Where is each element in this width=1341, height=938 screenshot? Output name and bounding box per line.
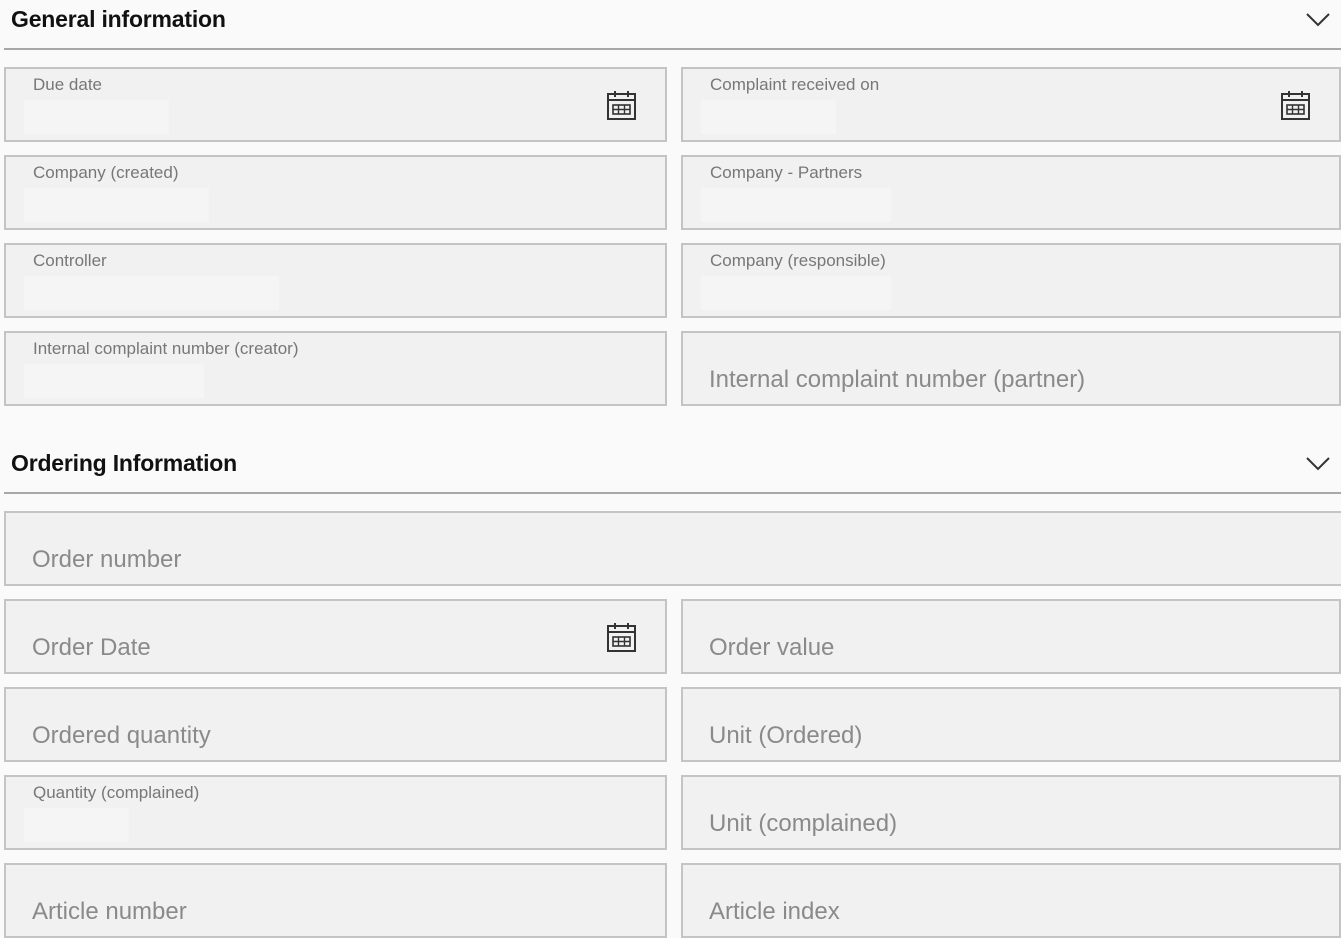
due-date-value: [24, 100, 169, 134]
ordered-quantity-field[interactable]: Ordered quantity: [4, 687, 667, 762]
unit-ordered-label: Unit (Ordered): [709, 722, 863, 749]
internal-complaint-number-partner-label: Internal complaint number (partner): [709, 366, 1086, 393]
order-value-field[interactable]: Order value: [681, 599, 1341, 674]
order-number-label: Order number: [32, 546, 182, 573]
company-partners-label: Company - Partners: [710, 163, 863, 182]
quantity-complained-value: [24, 808, 129, 842]
ordering-information-header[interactable]: Ordering Information: [4, 444, 1341, 494]
chevron-down-icon[interactable]: [1305, 10, 1331, 28]
internal-complaint-number-creator-value: [24, 364, 204, 398]
article-number-label: Article number: [32, 898, 187, 925]
internal-complaint-number-creator-label: Internal complaint number (creator): [33, 339, 299, 358]
calendar-icon[interactable]: [1280, 90, 1311, 121]
due-date-label: Due date: [33, 75, 102, 94]
company-created-field[interactable]: Company (created): [4, 155, 667, 230]
order-date-field[interactable]: Order Date: [4, 599, 667, 674]
controller-label: Controller: [33, 251, 107, 270]
controller-field[interactable]: Controller: [4, 243, 667, 318]
company-responsible-field[interactable]: Company (responsible): [681, 243, 1341, 318]
complaint-received-on-field[interactable]: Complaint received on: [681, 67, 1341, 142]
general-information-header[interactable]: General information: [4, 0, 1341, 50]
ordering-information-title: Ordering Information: [11, 450, 238, 476]
unit-ordered-field[interactable]: Unit (Ordered): [681, 687, 1341, 762]
article-index-field[interactable]: Article index: [681, 863, 1341, 938]
company-responsible-label: Company (responsible): [710, 251, 886, 270]
due-date-field[interactable]: Due date: [4, 67, 667, 142]
general-information-title: General information: [11, 6, 226, 32]
calendar-icon[interactable]: [606, 90, 637, 121]
order-number-field[interactable]: Order number: [4, 511, 1341, 586]
unit-complained-label: Unit (complained): [709, 810, 898, 837]
internal-complaint-number-creator-field[interactable]: Internal complaint number (creator): [4, 331, 667, 406]
calendar-icon[interactable]: [606, 622, 637, 653]
order-date-label: Order Date: [32, 634, 151, 661]
internal-complaint-number-partner-field[interactable]: Internal complaint number (partner): [681, 331, 1341, 406]
company-responsible-value: [701, 276, 891, 310]
unit-complained-field[interactable]: Unit (complained): [681, 775, 1341, 850]
quantity-complained-label: Quantity (complained): [33, 783, 200, 802]
article-number-field[interactable]: Article number: [4, 863, 667, 938]
company-created-value: [24, 188, 209, 222]
company-partners-field[interactable]: Company - Partners: [681, 155, 1341, 230]
company-partners-value: [701, 188, 891, 222]
quantity-complained-field[interactable]: Quantity (complained): [4, 775, 667, 850]
complaint-received-on-label: Complaint received on: [710, 75, 880, 94]
order-value-label: Order value: [709, 634, 835, 661]
ordered-quantity-label: Ordered quantity: [32, 722, 211, 749]
chevron-down-icon[interactable]: [1305, 454, 1331, 472]
company-created-label: Company (created): [33, 163, 179, 182]
controller-value: [24, 276, 279, 310]
article-index-label: Article index: [709, 898, 840, 925]
complaint-received-on-value: [701, 100, 836, 134]
